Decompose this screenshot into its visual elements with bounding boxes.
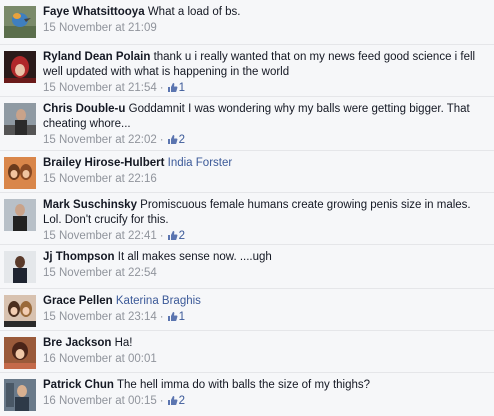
comment-timestamp[interactable]: 15 November at 22:16 <box>43 173 157 185</box>
mention-link[interactable]: India Forster <box>168 157 233 169</box>
thumbs-up-icon <box>167 231 178 240</box>
avatar[interactable] <box>4 103 36 135</box>
comment-text: The hell imma do with balls the size of … <box>116 379 371 391</box>
like-count[interactable]: 2 <box>167 395 185 407</box>
comment-item: Ryland Dean Polain thank u i really want… <box>0 44 494 96</box>
comment-timestamp[interactable]: 15 November at 22:54 <box>43 267 157 279</box>
comment-author[interactable]: Grace Pellen <box>43 295 113 307</box>
thumbs-up-icon <box>167 135 178 144</box>
like-count-value: 1 <box>178 82 186 94</box>
comment-timestamp[interactable]: 15 November at 23:14 <box>43 311 157 323</box>
avatar[interactable] <box>4 379 36 411</box>
comment-item: Patrick Chun The hell imma do with balls… <box>0 372 494 416</box>
comment-timestamp[interactable]: 16 November at 00:15 <box>43 395 157 407</box>
comment-timestamp[interactable]: 15 November at 22:02 <box>43 134 157 146</box>
comment-text: Ha! <box>114 337 133 349</box>
comment-item: Chris Double-u Goddamnit I was wondering… <box>0 96 494 150</box>
like-count-value: 2 <box>178 395 186 407</box>
comment-author[interactable]: Mark Suschinsky <box>43 199 137 211</box>
like-count-value: 2 <box>178 134 186 146</box>
mention-link[interactable]: Katerina Braghis <box>116 295 201 307</box>
avatar[interactable] <box>4 157 36 189</box>
comment-timestamp[interactable]: 15 November at 21:54 <box>43 82 157 94</box>
avatar[interactable] <box>4 251 36 283</box>
avatar[interactable] <box>4 6 36 38</box>
comment-author[interactable]: Patrick Chun <box>43 379 114 391</box>
comment-item: Faye Whatsittooya What a load of bs. 15 … <box>0 0 494 44</box>
like-count[interactable]: 2 <box>167 134 185 146</box>
comment-list: Faye Whatsittooya What a load of bs. 15 … <box>0 0 494 416</box>
like-count-value: 2 <box>178 230 186 242</box>
comment-item: Brailey Hirose-Hulbert India Forster 15 … <box>0 150 494 192</box>
comment-text: It all makes sense now. ....ugh <box>117 251 272 263</box>
comment-text: What a load of bs. <box>147 6 241 18</box>
comment-author[interactable]: Jj Thompson <box>43 251 115 263</box>
avatar[interactable] <box>4 51 36 83</box>
comment-timestamp[interactable]: 15 November at 22:41 <box>43 230 157 242</box>
thumbs-up-icon <box>167 396 178 405</box>
avatar[interactable] <box>4 199 36 231</box>
like-count-value: 1 <box>178 311 186 323</box>
comment-author[interactable]: Bre Jackson <box>43 337 111 349</box>
comment-author[interactable]: Brailey Hirose-Hulbert <box>43 157 164 169</box>
thumbs-up-icon <box>167 83 178 92</box>
thumbs-up-icon <box>167 312 178 321</box>
comment-timestamp[interactable]: 15 November at 21:09 <box>43 22 157 34</box>
comment-item: Mark Suschinsky Promiscuous female human… <box>0 192 494 244</box>
comment-item: Bre Jackson Ha! 16 November at 00:01 <box>0 330 494 372</box>
avatar[interactable] <box>4 337 36 369</box>
like-count[interactable]: 2 <box>167 230 185 242</box>
comment-author[interactable]: Chris Double-u <box>43 103 125 115</box>
comment-timestamp[interactable]: 16 November at 00:01 <box>43 353 157 365</box>
like-count[interactable]: 1 <box>167 311 185 323</box>
comment-item: Grace Pellen Katerina Braghis 15 Novembe… <box>0 288 494 330</box>
like-count[interactable]: 1 <box>167 82 185 94</box>
comment-item: Jj Thompson It all makes sense now. ....… <box>0 244 494 288</box>
comment-author[interactable]: Ryland Dean Polain <box>43 51 150 63</box>
avatar[interactable] <box>4 295 36 327</box>
comment-author[interactable]: Faye Whatsittooya <box>43 6 145 18</box>
